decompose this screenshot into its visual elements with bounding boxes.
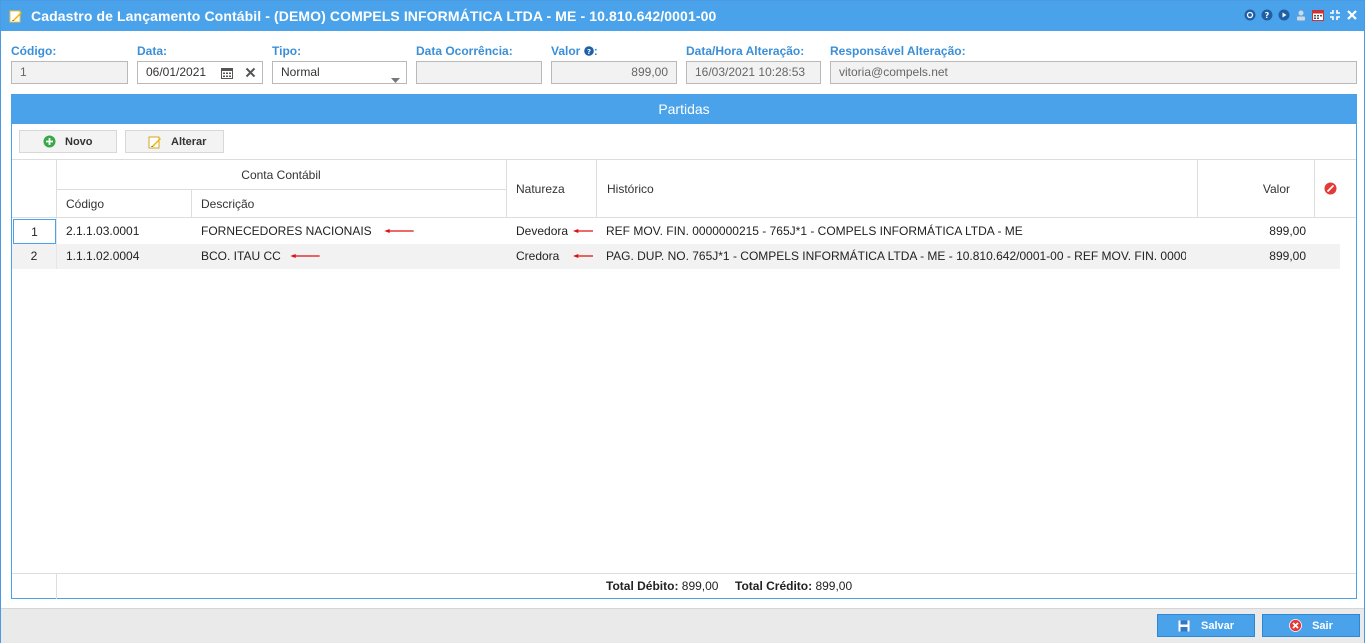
- codigo-column-header[interactable]: Código: [66, 189, 186, 218]
- data-field-group: Data: 06/01/2021: [137, 43, 263, 84]
- window-title: Cadastro de Lançamento Contábil - (DEMO)…: [31, 8, 717, 24]
- calendar-icon[interactable]: [1311, 8, 1324, 22]
- conta-contabil-header: Conta Contábil: [241, 167, 321, 182]
- row-valor: 899,00: [1269, 249, 1306, 263]
- calendar-picker-icon[interactable]: [221, 67, 233, 82]
- row-natureza: Devedora: [516, 224, 569, 238]
- salvar-label: Salvar: [1200, 619, 1235, 632]
- data-ocorrencia-field-group: Data Ocorrência:: [416, 43, 542, 84]
- partidas-panel: Partidas Novo Alterar Conta Contábil Cód…: [11, 94, 1357, 599]
- chevron-down-icon: [391, 70, 400, 91]
- valor-field-group: Valor ? : 899,00: [551, 43, 677, 84]
- close-icon[interactable]: [1345, 8, 1358, 22]
- total-credito-label: Total Crédito:: [735, 579, 813, 593]
- svg-text:?: ?: [587, 48, 591, 56]
- alterar-label: Alterar: [171, 135, 207, 148]
- title-tools: ?: [1243, 8, 1358, 22]
- row-valor: 899,00: [1269, 224, 1306, 238]
- grid-footer: Total Débito: 899,00 Total Crédito: 899,…: [12, 573, 1356, 599]
- partidas-grid: Conta Contábil Código Descrição Natureza…: [12, 159, 1356, 573]
- natureza-column-header[interactable]: Natureza: [516, 160, 596, 218]
- responsavel-alteracao-field-group: Responsável Alteração: vitoria@compels.n…: [830, 43, 1357, 84]
- data-label: Data:: [137, 44, 168, 58]
- total-credito-value: 899,00: [815, 579, 853, 593]
- sair-button[interactable]: Sair: [1262, 614, 1360, 637]
- tipo-value: Normal: [281, 65, 320, 79]
- tipo-select[interactable]: Normal: [272, 61, 407, 84]
- row-historico: PAG. DUP. NO. 765J*1 - COMPELS INFORMÁTI…: [606, 249, 1186, 263]
- tipo-field-group: Tipo: Normal: [272, 43, 407, 84]
- codigo-label: Código:: [11, 44, 57, 58]
- data-hora-alteracao-field-group: Data/Hora Alteração: 16/03/2021 10:28:53: [686, 43, 821, 84]
- novo-button[interactable]: Novo: [19, 130, 117, 153]
- data-hora-alteracao-field[interactable]: 16/03/2021 10:28:53: [686, 61, 821, 84]
- refresh-icon[interactable]: [1243, 8, 1256, 22]
- help-icon[interactable]: ?: [1260, 8, 1273, 22]
- row-number: 1: [13, 219, 56, 244]
- save-icon: [1178, 619, 1191, 632]
- alterar-button[interactable]: Alterar: [125, 130, 224, 153]
- button-bar: Salvar Sair: [1, 608, 1364, 643]
- edit-icon: [148, 135, 162, 149]
- title-bar[interactable]: Cadastro de Lançamento Contábil - (DEMO)…: [1, 1, 1364, 31]
- sair-label: Sair: [1312, 619, 1333, 632]
- data-ocorrencia-label: Data Ocorrência:: [416, 44, 513, 58]
- annotation-arrow-icon: [573, 229, 593, 233]
- grid-divider: [191, 189, 192, 218]
- total-debito: Total Débito: 899,00: [606, 574, 718, 599]
- grid-divider: [506, 160, 507, 218]
- tipo-label: Tipo:: [272, 44, 302, 58]
- valor-label: Valor ? :: [551, 43, 677, 60]
- descricao-column-header[interactable]: Descrição: [201, 189, 501, 218]
- historico-column-header[interactable]: Histórico: [607, 160, 1187, 218]
- table-row[interactable]: 1 2.1.1.03.0001 FORNECEDORES NACIONAIS D…: [12, 219, 1340, 244]
- svg-text:?: ?: [1264, 11, 1269, 20]
- add-circle-icon: [42, 135, 56, 149]
- grid-divider: [56, 218, 57, 269]
- row-historico: REF MOV. FIN. 0000000215 - 765J*1 - COMP…: [606, 224, 1023, 238]
- row-codigo: 2.1.1.03.0001: [66, 224, 140, 238]
- valor-column-header[interactable]: Valor: [1198, 160, 1290, 218]
- annotation-arrow-icon: [384, 229, 414, 233]
- row-natureza: Credora: [516, 249, 560, 263]
- partidas-title: Partidas: [12, 95, 1356, 124]
- collapse-icon[interactable]: [1328, 8, 1341, 22]
- grid-header: Conta Contábil Código Descrição Natureza…: [12, 160, 1356, 218]
- grid-divider: [1314, 160, 1315, 218]
- codigo-field-group: Código: 1: [11, 43, 128, 84]
- dialog-window: Cadastro de Lançamento Contábil - (DEMO)…: [0, 0, 1365, 643]
- salvar-button[interactable]: Salvar: [1157, 614, 1255, 637]
- exit-icon: [1289, 619, 1302, 632]
- table-row[interactable]: 2 1.1.1.02.0004 BCO. ITAU CC Credora PAG…: [12, 244, 1340, 269]
- remove-all-icon[interactable]: [1324, 182, 1337, 198]
- user-icon[interactable]: [1294, 8, 1307, 22]
- total-debito-label: Total Débito:: [606, 579, 679, 593]
- valor-label-text: Valor: [551, 44, 581, 58]
- responsavel-alteracao-field[interactable]: vitoria@compels.net: [830, 61, 1357, 84]
- grid-divider: [56, 574, 57, 599]
- total-debito-value: 899,00: [681, 579, 719, 593]
- partidas-toolbar: Novo Alterar: [19, 130, 224, 153]
- annotation-arrow-icon: [573, 254, 593, 258]
- clear-date-icon[interactable]: [245, 67, 256, 81]
- data-hora-alteracao-label: Data/Hora Alteração:: [686, 44, 805, 58]
- valor-field[interactable]: 899,00: [551, 61, 677, 84]
- play-icon[interactable]: [1277, 8, 1290, 22]
- data-value: 06/01/2021: [146, 65, 207, 79]
- header-form: Código: 1 Data: 06/01/2021 Tipo: Normal: [11, 43, 1357, 85]
- row-number: 2: [30, 249, 38, 263]
- row-descricao: FORNECEDORES NACIONAIS: [201, 224, 372, 238]
- help-icon[interactable]: ?: [583, 44, 594, 61]
- grid-divider: [596, 160, 597, 218]
- novo-label: Novo: [65, 135, 93, 148]
- row-descricao: BCO. ITAU CC: [201, 249, 281, 263]
- total-credito: Total Crédito: 899,00: [735, 574, 852, 599]
- codigo-field[interactable]: 1: [11, 61, 128, 84]
- annotation-arrow-icon: [290, 254, 320, 258]
- responsavel-alteracao-label: Responsável Alteração:: [830, 44, 966, 58]
- data-ocorrencia-field[interactable]: [416, 61, 542, 84]
- edit-note-icon: [9, 9, 23, 23]
- row-codigo: 1.1.1.02.0004: [66, 249, 140, 263]
